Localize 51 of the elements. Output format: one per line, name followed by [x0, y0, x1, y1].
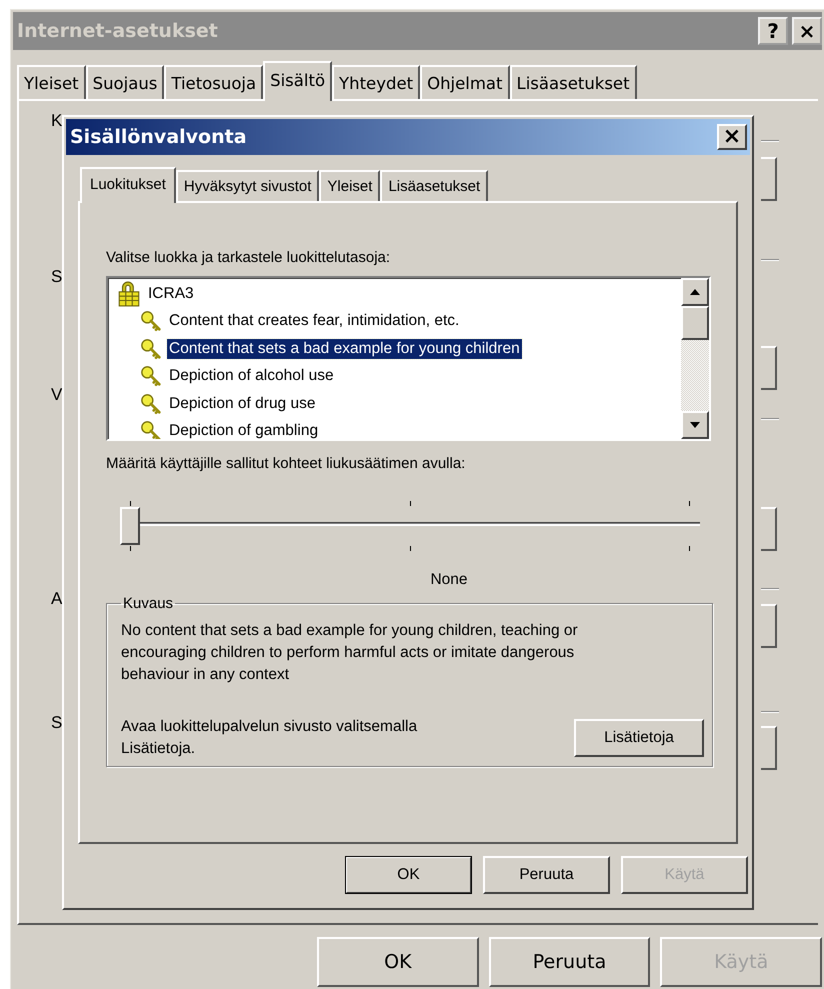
tree-item[interactable]: Content that creates fear, intimidation, etc.	[167, 311, 462, 332]
tab[interactable]: Luokitukset	[80, 167, 176, 203]
scroll-down-button[interactable]	[681, 411, 709, 439]
tree-item[interactable]: Depiction of alcohol use	[167, 366, 336, 386]
scroll-up-button[interactable]	[681, 278, 709, 306]
category-label: Valitse luokka ja tarkastele luokittelutasoja:	[106, 249, 390, 267]
partial-label: S	[51, 267, 62, 287]
tree-item[interactable]: Depiction of gambling	[167, 421, 320, 439]
window-title: Internet-asetukset	[17, 20, 218, 42]
tab[interactable]: Hyväksytyt sivustot	[176, 170, 320, 201]
scrollbar[interactable]	[681, 278, 709, 439]
slider-value: None	[430, 571, 468, 589]
down-arrow-icon	[690, 422, 700, 428]
tab[interactable]: Suojaus	[86, 65, 164, 99]
scroll-thumb[interactable]	[681, 306, 709, 340]
dialog-title: Sisällönvalvonta	[70, 126, 247, 148]
dialog-button[interactable]: OK	[345, 856, 472, 894]
key-icon	[140, 310, 162, 332]
slider-label: Määritä käyttäjille sallitut kohteet liukusäätimen avulla:	[106, 455, 466, 473]
help-button[interactable]: ?	[758, 17, 788, 45]
key-icon	[140, 338, 162, 360]
key-icon	[140, 420, 162, 439]
tree-item[interactable]: ICRA3	[146, 284, 196, 304]
tree-item[interactable]: Content that sets a bad example for young children	[167, 338, 522, 359]
tab[interactable]: Sisältö	[263, 61, 332, 101]
tab[interactable]: Yleiset	[319, 170, 380, 201]
tab[interactable]: Yleiset	[17, 65, 86, 99]
partial-label: V	[51, 385, 62, 405]
close-button[interactable]: ×	[717, 124, 747, 150]
info-text: Avaa luokittelupalvelun sivusto valitsemalla Lisätietoja.	[121, 717, 418, 759]
dialog-button[interactable]: Peruuta	[488, 937, 650, 987]
key-icon	[140, 365, 162, 388]
partial-label: K	[51, 111, 62, 131]
tab[interactable]: Lisäasetukset	[380, 170, 488, 201]
tab[interactable]: Lisäasetukset	[510, 65, 637, 99]
partial-label: A	[51, 589, 62, 609]
dialog-button[interactable]: OK	[317, 937, 479, 987]
up-arrow-icon	[690, 289, 700, 295]
tab[interactable]: Ohjelmat	[420, 65, 510, 99]
tree-item[interactable]: Depiction of drug use	[167, 394, 318, 414]
slider-thumb[interactable]	[120, 507, 140, 545]
group-legend: Kuvaus	[121, 595, 176, 612]
padlock-icon	[116, 280, 142, 307]
tab[interactable]: Tietosuoja	[164, 65, 264, 99]
partial-label: S	[51, 713, 62, 733]
dialog-button[interactable]: Peruuta	[483, 856, 610, 894]
close-button[interactable]: ×	[792, 17, 822, 45]
description-text: No content that sets a bad example for young children, teaching or encouraging children to perform harmful acts or imitate dangerous behaviour in any context	[121, 621, 579, 685]
key-icon	[140, 392, 162, 415]
more-info-button[interactable]: Lisätietoja	[574, 719, 704, 757]
tab[interactable]: Yhteydet	[332, 65, 420, 99]
